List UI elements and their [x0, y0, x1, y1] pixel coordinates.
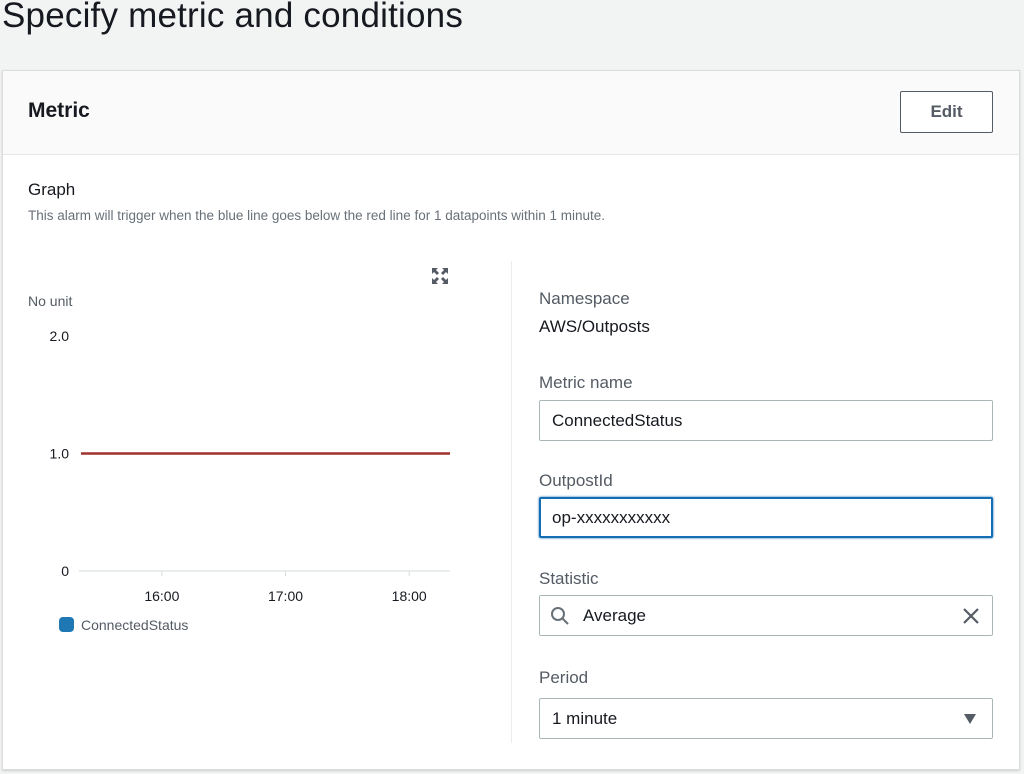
legend-label[interactable]: ConnectedStatus [81, 617, 188, 633]
search-icon [551, 607, 569, 625]
legend-swatch [59, 617, 74, 632]
vertical-divider [511, 261, 512, 743]
statistic-value: Average [583, 606, 647, 625]
namespace-value: AWS/Outposts [539, 317, 650, 336]
period-select[interactable]: 1 minute [539, 698, 993, 739]
x-tick-label: 17:00 [268, 588, 303, 604]
edit-button[interactable]: Edit [900, 91, 993, 133]
y-axis-label: No unit [28, 293, 72, 309]
y-tick-label: 0 [61, 563, 69, 579]
page-title: Specify metric and conditions [2, 0, 464, 35]
expand-arrows-icon[interactable] [430, 266, 450, 286]
metric-chart: No unit 0 1.0 2.0 16:00 17:00 18:00 Connecte… [28, 293, 450, 633]
card-header: Metric Edit [3, 71, 1019, 155]
metric-card: Metric Edit Graph This alarm will trigge… [2, 70, 1020, 770]
metric-name-input[interactable] [539, 400, 993, 441]
period-value: 1 minute [552, 709, 618, 728]
close-icon[interactable] [961, 606, 981, 626]
x-tick-label: 16:00 [144, 588, 179, 604]
y-tick-label: 1.0 [50, 446, 70, 462]
y-tick-label: 2.0 [50, 328, 70, 344]
metric-name-label: Metric name [539, 373, 633, 392]
period-label: Period [539, 668, 589, 687]
statistic-autosuggest[interactable]: Average [539, 595, 993, 636]
caret-down-icon [964, 714, 976, 724]
outpost-id-input[interactable] [539, 497, 993, 538]
statistic-label: Statistic [539, 569, 599, 588]
outpost-id-label: OutpostId [539, 471, 613, 490]
x-tick-label: 18:00 [392, 588, 427, 604]
namespace-label: Namespace [539, 289, 630, 308]
card-title: Metric [28, 99, 90, 122]
